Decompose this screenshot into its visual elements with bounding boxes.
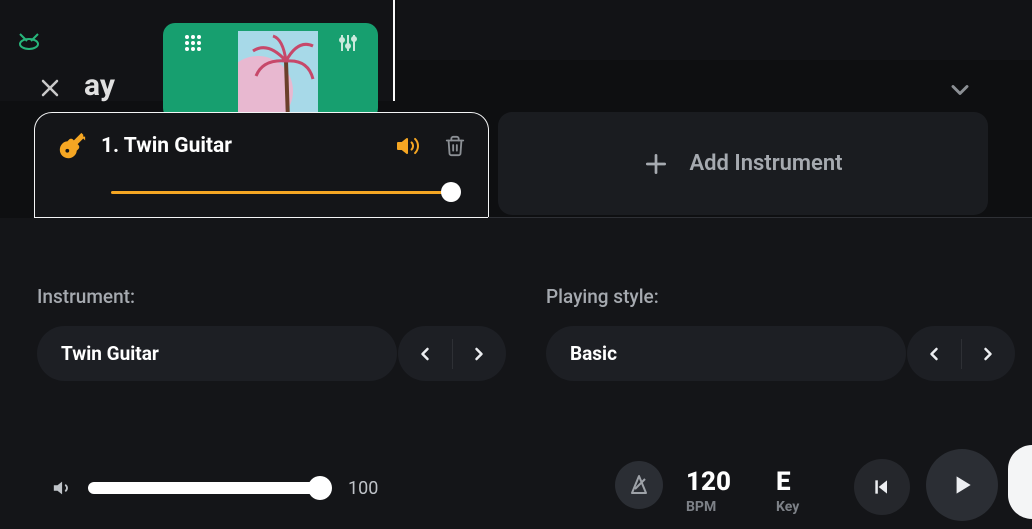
background-title-text: ay bbox=[84, 68, 115, 103]
close-icon[interactable] bbox=[38, 76, 62, 100]
instrument-value: Twin Guitar bbox=[37, 342, 159, 365]
sound-pack-card[interactable] bbox=[163, 23, 378, 120]
style-stepper bbox=[907, 326, 1015, 381]
right-edge-button[interactable] bbox=[1008, 445, 1032, 519]
timeline-strip bbox=[397, 0, 1032, 60]
bpm-label: BPM bbox=[686, 499, 731, 515]
track-volume-slider[interactable] bbox=[111, 183, 466, 203]
slider-thumb[interactable] bbox=[441, 182, 461, 202]
style-prev-button[interactable] bbox=[918, 338, 950, 370]
metronome-button[interactable] bbox=[615, 461, 663, 509]
palm-tree-art bbox=[238, 31, 318, 120]
style-next-button[interactable] bbox=[972, 338, 1004, 370]
style-section-label: Playing style: bbox=[546, 285, 659, 308]
style-selector[interactable]: Basic bbox=[546, 326, 906, 381]
play-button[interactable] bbox=[926, 449, 998, 521]
transport-bar: 100 120 BPM E Key bbox=[0, 439, 1032, 529]
instrument-stepper bbox=[398, 326, 506, 381]
instrument-next-button[interactable] bbox=[463, 338, 495, 370]
key-label: Key bbox=[776, 499, 799, 515]
chevron-down-icon[interactable] bbox=[946, 76, 974, 104]
master-volume-value: 100 bbox=[348, 478, 378, 499]
trash-icon[interactable] bbox=[444, 135, 466, 157]
grid-icon bbox=[183, 33, 203, 53]
add-instrument-button[interactable]: Add Instrument bbox=[498, 112, 988, 215]
instrument-selector[interactable]: Twin Guitar bbox=[37, 326, 397, 381]
style-value: Basic bbox=[546, 342, 617, 365]
drum-kit-icon[interactable] bbox=[18, 32, 40, 50]
instrument-settings-panel: Instrument: Playing style: Twin Guitar B… bbox=[0, 218, 1032, 529]
sliders-icon bbox=[338, 33, 358, 53]
bpm-control[interactable]: 120 BPM bbox=[686, 469, 731, 515]
instrument-section-label: Instrument: bbox=[37, 285, 135, 308]
master-volume-icon[interactable] bbox=[52, 477, 74, 499]
guitar-icon bbox=[57, 131, 87, 161]
plus-icon bbox=[643, 151, 669, 177]
track-name-label: 1. Twin Guitar bbox=[101, 134, 382, 158]
bpm-value: 120 bbox=[686, 469, 731, 495]
key-control[interactable]: E Key bbox=[776, 469, 799, 515]
instrument-prev-button[interactable] bbox=[409, 338, 441, 370]
key-value: E bbox=[776, 469, 799, 495]
add-instrument-label: Add Instrument bbox=[689, 151, 842, 176]
volume-icon[interactable] bbox=[396, 134, 420, 158]
slider-thumb[interactable] bbox=[308, 476, 332, 500]
instrument-track-tab[interactable]: 1. Twin Guitar bbox=[34, 112, 489, 218]
master-volume-slider[interactable] bbox=[88, 482, 328, 494]
rewind-button[interactable] bbox=[854, 459, 910, 515]
